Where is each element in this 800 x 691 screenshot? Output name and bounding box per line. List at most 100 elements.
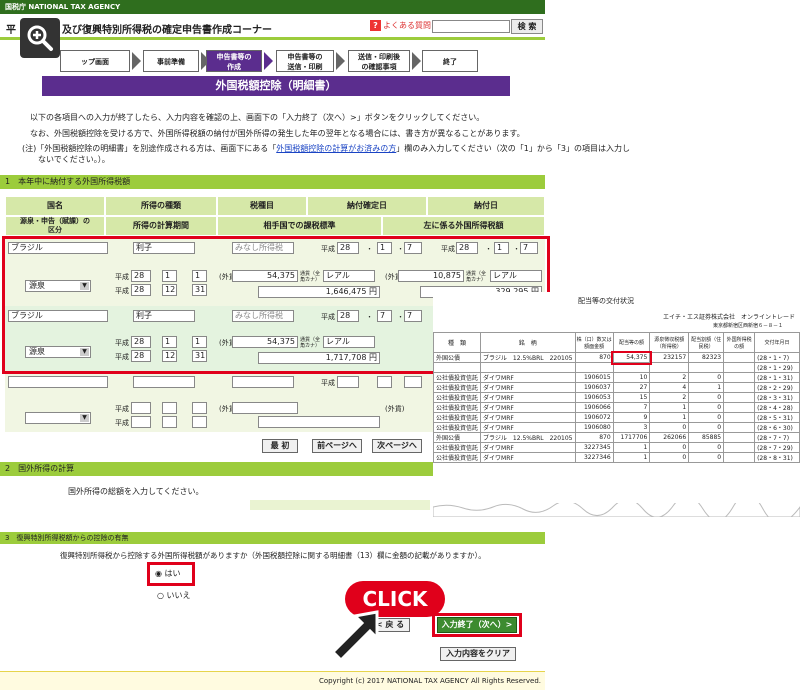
from-day[interactable] [192,402,207,414]
prev-page-button[interactable]: 前ページへ [312,439,362,453]
doc-cell: 1 [649,412,690,423]
doc-cell-highlight: 54,375 [611,350,652,365]
no-label: いいえ [166,591,191,600]
doc-cell: 公社債投資信託 [432,412,482,423]
intro-note: (注)「外国税額控除の明細書」を別途作成される方は、画面下にある「外国税額控除の… [22,143,630,154]
doc-cell: 82323 [688,352,725,363]
doc-cell: 1 [688,382,725,393]
section-3-header: 3 復興特別所得税額からの控除の有無 [0,532,545,544]
col-source: 源泉・申告（賦課）の区分 [5,216,105,236]
col-paydate: 納付日 [427,196,545,216]
no-radio[interactable]: ○ いいえ [157,590,191,601]
doc-col-date: 交付年月日 [754,332,800,353]
doc-cell: ダイワMRF [480,372,576,383]
step-prep[interactable]: 事前準備 [143,50,199,72]
doc-cell: (28・8・31) [754,452,800,463]
step-top[interactable]: ップ画面 [60,50,130,72]
first-page-button[interactable]: 最 初 [262,439,298,453]
doc-cell: 0 [649,422,690,433]
doc-cell: 0 [688,412,725,423]
from-year[interactable] [131,402,151,414]
step-check[interactable]: 送信・印刷後 の確認事項 [348,50,410,72]
footer-copyright: Copyright (c) 2017 NATIONAL TAX AGENCY A… [0,671,545,690]
doc-cell: 0 [688,442,725,453]
table-row: 公社債投資信託 ダイワMRF 1906015 10 2 0 (28・1・31) [432,372,800,383]
search-input[interactable] [432,20,510,33]
confirm-month[interactable] [377,376,392,388]
table-row: 外国公債 ブラジル 12.5%BRL 220105 870 1717706 262066… [432,432,800,443]
doc-cell: 公社債投資信託 [432,452,482,463]
doc-cell: 外国公債 [432,432,482,443]
pointer-arrow-icon [325,608,385,664]
to-day[interactable] [192,416,207,428]
confirm-year[interactable] [337,376,359,388]
doc-cell: 1906053 [574,392,614,403]
base-yen-input[interactable] [258,416,380,428]
doc-cell [723,402,756,413]
clear-button[interactable]: 入力内容をクリア [440,647,516,661]
step-print-line1: 申告書等の [287,53,323,61]
doc-cell: ダイワMRF [480,442,576,453]
doc-col-local: 配当割額（住民税） [688,332,725,353]
doc-cell: ブラジル 12.5%BRL 220105 [480,352,576,363]
finish-next-button[interactable]: 入力終了（次へ）> [437,617,517,633]
faq-label: よくある質問 [383,21,431,30]
taxtype-input[interactable] [232,376,294,388]
from-month[interactable] [162,402,177,414]
doc-cell: 公社債投資信託 [432,372,482,383]
faq-link[interactable]: ? よくある質問 [370,20,431,31]
doc-company: エイチ・エス証券株式会社 オンライントレード [663,314,796,321]
country-input[interactable] [8,376,108,388]
doc-cell [723,432,756,443]
doc-cell: 870 [574,432,614,443]
zoom-icon[interactable] [20,18,60,58]
doc-cell: ダイワMRF [480,382,576,393]
step-check-line2: の確認事項 [361,63,397,71]
step-create[interactable]: 申告書等の 作成 [206,50,262,72]
yes-radio[interactable]: ◉ はい [155,568,181,579]
doc-cell: 0 [688,372,725,383]
doc-cell: 10 [612,372,651,383]
doc-cell [688,362,725,373]
income-input[interactable] [133,376,195,388]
step-arrow-icon [264,52,273,70]
col-confirm: 納付確定日 [307,196,427,216]
doc-cell: 0 [688,402,725,413]
step-print-line2: 送信・印刷 [287,63,323,71]
agency-banner: 国税庁 NATIONAL TAX AGENCY [0,0,545,14]
step-print[interactable]: 申告書等の送信・印刷 [276,50,334,72]
next-page-button[interactable]: 次ページへ [372,439,422,453]
foreign-label: (外貨) [385,405,405,413]
doc-cell: 870 [574,352,614,363]
search-button[interactable]: 検 索 [511,19,543,34]
to-year[interactable] [131,416,151,428]
doc-cell: 公社債投資信託 [432,392,482,403]
confirm-day[interactable] [404,376,422,388]
doc-cell: (28・1・31) [754,372,800,383]
source-select[interactable]: ▼ [25,412,91,424]
doc-cell: ダイワMRF [480,392,576,403]
doc-cell [723,392,756,403]
step-end[interactable]: 終了 [422,50,478,72]
base-foreign-input[interactable] [232,402,298,414]
section-2-text: 国外所得の総額を入力してください。 [68,487,204,496]
doc-cell: 1906072 [574,412,614,423]
step-arrow-icon [336,52,345,70]
doc-cell: 15 [612,392,651,403]
doc-cell: 262066 [649,432,690,443]
calc-done-link[interactable]: 外国税額控除の計算がお済みの方 [276,144,396,153]
doc-cell [723,422,756,433]
to-month[interactable] [162,416,177,428]
section-2-row [250,500,430,510]
chevron-down-icon: ▼ [80,414,89,422]
doc-cell: ダイワMRF [480,422,576,433]
doc-col-qty: 株（口）数又は額面金額 [574,332,614,353]
question-icon: ? [370,20,381,31]
intro-note-b: 」欄のみ入力してください（次の「1」から「3」の項目は入力し [396,144,630,153]
doc-cell [574,362,614,373]
doc-cell [612,362,651,373]
col-country: 国名 [5,196,105,216]
step-create-line2: 作成 [227,63,241,71]
table-row: 公社債投資信託 ダイワMRF 1906080 3 0 0 (28・6・30) [432,422,800,433]
doc-cell: (28・3・31) [754,392,800,403]
